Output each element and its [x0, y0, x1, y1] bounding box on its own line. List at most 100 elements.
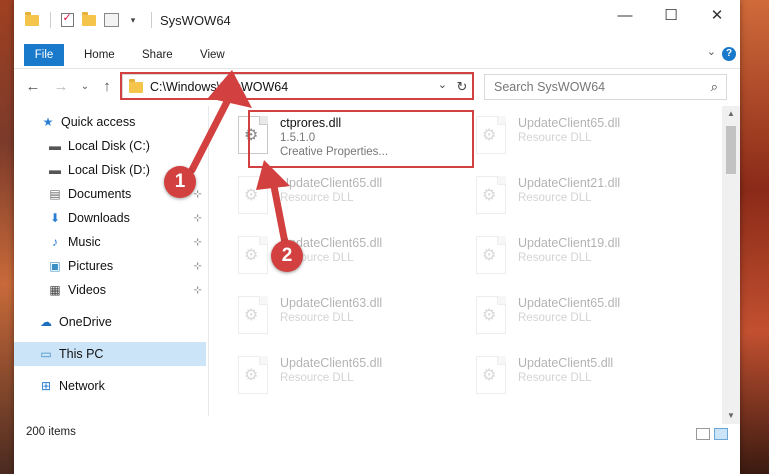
toolbar-divider [50, 12, 51, 28]
file-item[interactable]: ⚙ UpdateClient63.dll Resource DLL [232, 290, 462, 340]
drive-icon: ▬ [49, 163, 61, 177]
address-highlight-box [120, 72, 474, 100]
ribbon-tabs: File Home Share View ⌄ ? [14, 42, 740, 69]
cloud-icon: ☁ [40, 315, 52, 329]
scroll-down-arrow-icon[interactable]: ▼ [722, 408, 740, 424]
file-description: Resource DLL [280, 312, 354, 324]
status-bar: 200 items [14, 424, 740, 444]
documents-icon: ▤ [49, 187, 61, 201]
sidebar-item-label: Downloads [68, 211, 130, 225]
file-description: Resource DLL [518, 132, 592, 144]
gear-icon: ⚙ [244, 367, 259, 384]
pin-icon[interactable]: ⊹ [194, 285, 202, 296]
pin-icon[interactable]: ⊹ [194, 261, 202, 272]
folder-icon [24, 11, 40, 27]
gear-icon: ⚙ [482, 367, 497, 384]
navigation-pane: ★ Quick access ▬ Local Disk (C:) ▬ Local Disk… [14, 106, 208, 416]
file-name: UpdateClient63.dll [280, 296, 383, 310]
forward-button[interactable]: → [50, 75, 72, 97]
sidebar-item-onedrive[interactable]: ☁ OneDrive [14, 310, 206, 334]
back-button[interactable]: ← [22, 75, 44, 97]
ribbon-expand-icon[interactable]: ⌄ [707, 45, 716, 58]
sidebar-item-local-disk-c[interactable]: ▬ Local Disk (C:) [14, 134, 206, 158]
desktop-background-right [740, 0, 769, 474]
file-description: Resource DLL [280, 192, 354, 204]
dll-file-icon: ⚙ [238, 176, 268, 214]
file-item[interactable]: ⚙ UpdateClient5.dll Resource DLL [470, 350, 700, 400]
file-item[interactable]: ⚙ UpdateClient65.dll Resource DLL [470, 110, 700, 160]
pin-icon[interactable]: ⊹ [194, 213, 202, 224]
help-icon[interactable]: ? [722, 47, 736, 61]
file-description: Resource DLL [518, 192, 592, 204]
dll-file-icon: ⚙ [238, 296, 268, 334]
new-folder-icon[interactable] [81, 11, 97, 27]
file-name: UpdateClient65.dll [280, 176, 383, 190]
gear-icon: ⚙ [482, 187, 497, 204]
sidebar-item-label: Pictures [68, 259, 114, 273]
file-name: UpdateClient65.dll [518, 296, 621, 310]
gear-icon: ⚙ [482, 247, 497, 264]
properties-icon[interactable] [103, 13, 119, 27]
vertical-scrollbar[interactable]: ▲ ▼ [722, 106, 740, 424]
dll-file-icon: ⚙ [476, 296, 506, 334]
file-description: Resource DLL [518, 252, 592, 264]
search-icon[interactable]: ⌕ [711, 79, 718, 95]
sidebar-item-pictures[interactable]: ▣ Pictures ⊹ [14, 254, 206, 278]
gear-icon: ⚙ [244, 307, 259, 324]
window-title: SysWOW64 [160, 12, 231, 28]
large-icons-view-icon[interactable] [714, 428, 728, 440]
file-highlight-box [248, 110, 474, 168]
file-item[interactable]: ⚙ UpdateClient65.dll Resource DLL [232, 170, 462, 220]
tab-home[interactable]: Home [72, 44, 127, 66]
file-item[interactable]: ⚙ UpdateClient65.dll Resource DLL [232, 350, 462, 400]
dll-file-icon: ⚙ [238, 236, 268, 274]
dll-file-icon: ⚙ [238, 356, 268, 394]
sidebar-item-quick-access[interactable]: ★ Quick access [14, 110, 206, 134]
properties-check-icon[interactable] [59, 11, 75, 27]
navigation-pane-divider [208, 106, 209, 416]
gear-icon: ⚙ [244, 187, 259, 204]
file-item[interactable]: ⚙ UpdateClient19.dll Resource DLL [470, 230, 700, 280]
tab-view[interactable]: View [188, 44, 237, 66]
videos-icon: ▦ [49, 283, 61, 297]
scroll-up-arrow-icon[interactable]: ▲ [722, 106, 740, 122]
sidebar-item-label: Documents [68, 187, 132, 201]
download-icon: ⬇ [49, 211, 61, 225]
desktop-background-left [0, 0, 14, 474]
sidebar-item-downloads[interactable]: ⬇ Downloads ⊹ [14, 206, 206, 230]
sidebar-item-label: Local Disk (D:) [68, 163, 150, 177]
gear-icon: ⚙ [482, 307, 497, 324]
title-bar: ▾ SysWOW64 — ☐ ✕ [14, 0, 740, 42]
item-count: 200 items [26, 426, 76, 438]
dll-file-icon: ⚙ [476, 176, 506, 214]
recent-locations-button[interactable]: ⌄ [74, 75, 96, 97]
sidebar-item-this-pc[interactable]: ▭ This PC [14, 342, 206, 366]
sidebar-item-music[interactable]: ♪ Music ⊹ [14, 230, 206, 254]
quick-access-toolbar: ▾ SysWOW64 [24, 10, 231, 30]
search-input[interactable]: Search SysWOW64 [494, 80, 711, 94]
sidebar-item-videos[interactable]: ▦ Videos ⊹ [14, 278, 206, 302]
tab-file[interactable]: File [24, 44, 64, 66]
maximize-button[interactable]: ☐ [648, 0, 694, 30]
close-button[interactable]: ✕ [694, 0, 740, 30]
pin-icon[interactable]: ⊹ [194, 189, 202, 200]
sidebar-item-label: Network [59, 379, 105, 393]
title-divider [151, 12, 152, 28]
file-item[interactable]: ⚙ UpdateClient21.dll Resource DLL [470, 170, 700, 220]
file-item[interactable]: ⚙ UpdateClient65.dll Resource DLL [470, 290, 700, 340]
up-button[interactable]: ↑ [96, 75, 118, 97]
sidebar-item-label: This PC [59, 347, 104, 361]
sidebar-item-label: OneDrive [59, 315, 112, 329]
search-box[interactable]: Search SysWOW64 ⌕ [484, 74, 727, 100]
sidebar-item-network[interactable]: ⊞ Network [14, 374, 206, 398]
pin-icon[interactable]: ⊹ [194, 237, 202, 248]
customize-dropdown-icon[interactable]: ▾ [125, 13, 141, 27]
minimize-button[interactable]: — [602, 0, 648, 30]
gear-icon: ⚙ [244, 247, 259, 264]
scroll-thumb[interactable] [726, 126, 736, 174]
details-view-icon[interactable] [696, 428, 710, 440]
tab-share[interactable]: Share [130, 44, 185, 66]
music-icon: ♪ [52, 235, 58, 249]
file-item[interactable]: ⚙ UpdateClient65.dll Resource DLL [232, 230, 462, 280]
file-description: Resource DLL [518, 312, 592, 324]
